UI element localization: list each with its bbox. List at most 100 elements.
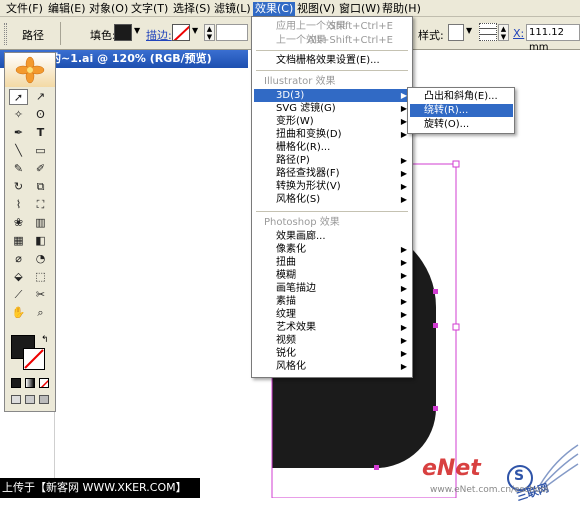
type-tool-icon[interactable]: T <box>31 125 50 141</box>
blend-tool-icon[interactable]: ◔ <box>31 251 50 267</box>
direct-selection-tool-icon[interactable]: ↗ <box>31 89 50 105</box>
magic-wand-tool-icon[interactable]: ✧ <box>9 107 28 123</box>
panel-grip[interactable] <box>4 23 7 45</box>
scale-tool-icon[interactable]: ⧉ <box>31 179 50 195</box>
menu-item-effect-gallery[interactable]: 效果画廊... <box>254 230 411 243</box>
stroke-color-swatch[interactable] <box>23 348 45 370</box>
menu-item-brush-strokes[interactable]: 画笔描边 ▶ <box>254 282 411 295</box>
anchor-point-right <box>433 289 438 294</box>
style-dropdown-icon[interactable]: ▼ <box>466 26 472 35</box>
menu-item-artistic[interactable]: 艺术效果 ▶ <box>254 321 411 334</box>
warp-tool-icon[interactable]: ⌇ <box>9 197 28 213</box>
menu-item-raster-effects-settings[interactable]: 文档栅格效果设置(E)... <box>254 54 411 67</box>
submenu-arrow-icon: ▶ <box>400 245 407 254</box>
paintbrush-tool-icon[interactable]: ✎ <box>9 161 28 177</box>
submenu-arrow-icon: ▶ <box>400 310 407 319</box>
reference-point-icon[interactable] <box>479 23 497 41</box>
x-field[interactable]: 111.12 mm <box>526 24 580 53</box>
menu-item-sharpen[interactable]: 锐化 ▶ <box>254 347 411 360</box>
item-label: 效果画廊... <box>276 231 326 242</box>
menu-item-distort[interactable]: 扭曲 ▶ <box>254 256 411 269</box>
no-stroke-icon <box>173 25 189 40</box>
rectangle-tool-icon[interactable]: ▭ <box>31 143 50 159</box>
selection-tool-icon[interactable]: ➚ <box>9 89 28 105</box>
menu-item-extrude-bevel[interactable]: 凸出和斜角(E)... <box>410 90 513 103</box>
menu-item-distort-transform[interactable]: 扭曲和变换(D) ▶ <box>254 128 411 141</box>
menu-effect[interactable]: 效果(C) <box>253 2 296 16</box>
menu-file[interactable]: 文件(F) <box>4 2 45 16</box>
menu-filter[interactable]: 滤镜(L) <box>212 2 253 16</box>
screen-mode-menu-button[interactable] <box>25 395 35 404</box>
photoshop-effects-header: Photoshop 效果 <box>264 217 340 228</box>
item-label: 文档栅格效果设置(E)... <box>276 55 380 66</box>
free-transform-tool-icon[interactable]: ⛶ <box>31 197 50 213</box>
stroke-label[interactable]: 描边: <box>146 27 172 43</box>
stroke-weight-stepper[interactable]: ▲ ▼ <box>204 24 215 41</box>
menu-item-convert-to-shape[interactable]: 转换为形状(V) ▶ <box>254 180 411 193</box>
menu-select[interactable]: 选择(S) <box>171 2 213 16</box>
stroke-swatch[interactable] <box>172 24 190 41</box>
item-shortcut: Shift+Ctrl+E <box>329 21 393 32</box>
menu-item-3d[interactable]: 3D(3) ▶ <box>254 89 411 102</box>
fill-label: 填色: <box>90 29 116 42</box>
menu-item-pixelate[interactable]: 像素化 ▶ <box>254 243 411 256</box>
menu-item-sketch[interactable]: 素描 ▶ <box>254 295 411 308</box>
screen-mode-full-button[interactable] <box>39 395 49 404</box>
zoom-tool-icon[interactable]: ⌕ <box>31 305 50 321</box>
live-paint-tool-icon[interactable]: ⬙ <box>9 269 28 285</box>
none-mode-button[interactable] <box>39 378 49 388</box>
gradient-mode-button[interactable] <box>25 378 35 388</box>
menu-help[interactable]: 帮助(H) <box>380 2 423 16</box>
menu-item-stylize-photoshop[interactable]: 风格化 ▶ <box>254 360 411 373</box>
submenu-arrow-icon: ▶ <box>400 156 407 165</box>
scissors-tool-icon[interactable]: ✂ <box>31 287 50 303</box>
menu-item-revolve[interactable]: 绕转(R)... <box>410 104 513 117</box>
x-stepper[interactable]: ▲ ▼ <box>498 24 509 41</box>
menu-type[interactable]: 文字(T) <box>129 2 170 16</box>
menu-item-blur[interactable]: 模糊 ▶ <box>254 269 411 282</box>
pen-tool-icon[interactable]: ✒ <box>9 125 28 141</box>
swap-colors-icon[interactable]: ↰ <box>41 335 49 345</box>
menu-item-warp[interactable]: 变形(W) ▶ <box>254 115 411 128</box>
menu-item-pathfinder[interactable]: 路径查找器(F) ▶ <box>254 167 411 180</box>
line-tool-icon[interactable]: ╲ <box>9 143 28 159</box>
gradient-tool-icon[interactable]: ◧ <box>31 233 50 249</box>
graph-tool-icon[interactable]: ▥ <box>31 215 50 231</box>
fill-swatch[interactable] <box>114 24 132 41</box>
menu-object[interactable]: 对象(O) <box>87 2 130 16</box>
menu-item-rotate[interactable]: 旋转(O)... <box>410 118 513 131</box>
menu-item-video[interactable]: 视频 ▶ <box>254 334 411 347</box>
slice-tool-icon[interactable]: ⟋ <box>9 287 28 303</box>
menu-item-path[interactable]: 路径(P) ▶ <box>254 154 411 167</box>
submenu-arrow-icon: ▶ <box>400 362 407 371</box>
menu-window[interactable]: 窗口(W) <box>337 2 382 16</box>
live-paint-selection-tool-icon[interactable]: ⬚ <box>31 269 50 285</box>
mesh-tool-icon[interactable]: ▦ <box>9 233 28 249</box>
rotate-tool-icon[interactable]: ↻ <box>9 179 28 195</box>
divider <box>60 22 61 45</box>
no-stroke-icon <box>24 349 44 369</box>
brand-text: eNet <box>422 456 481 481</box>
fill-dropdown-icon[interactable]: ▼ <box>134 26 140 35</box>
menu-view[interactable]: 视图(V) <box>295 2 337 16</box>
symbol-sprayer-tool-icon[interactable]: ❀ <box>9 215 28 231</box>
illustrator-effects-header: Illustrator 效果 <box>264 76 336 87</box>
item-shortcut: Alt+Shift+Ctrl+E <box>307 35 393 46</box>
hand-tool-icon[interactable]: ✋ <box>9 305 28 321</box>
lasso-tool-icon[interactable]: ʘ <box>31 107 50 123</box>
anchor-point-lower-right <box>433 406 438 411</box>
style-swatch[interactable] <box>448 24 464 41</box>
menu-item-rasterize[interactable]: 栅格化(R)... <box>254 141 411 154</box>
x-label: X: <box>513 27 525 40</box>
menu-item-svg-filters[interactable]: SVG 滤镜(G) ▶ <box>254 102 411 115</box>
stroke-weight-field[interactable] <box>216 24 248 41</box>
screen-mode-standard-button[interactable] <box>11 395 21 404</box>
color-mode-button[interactable] <box>11 378 21 388</box>
menu-item-texture[interactable]: 纹理 ▶ <box>254 308 411 321</box>
menu-edit[interactable]: 编辑(E) <box>46 2 88 16</box>
pencil-tool-icon[interactable]: ✐ <box>31 161 50 177</box>
menu-separator <box>256 70 408 71</box>
stroke-dropdown-icon[interactable]: ▼ <box>192 26 198 35</box>
eyedropper-tool-icon[interactable]: ⌀ <box>9 251 28 267</box>
menu-item-stylize-illustrator[interactable]: 风格化(S) ▶ <box>254 193 411 206</box>
